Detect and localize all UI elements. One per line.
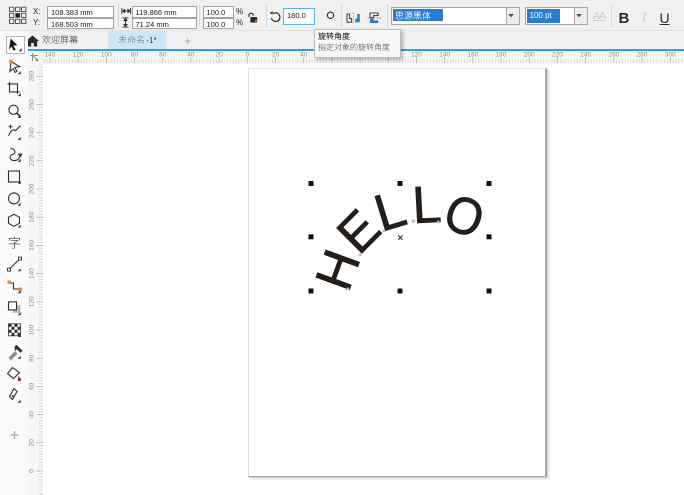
svg-text:L: L bbox=[411, 176, 443, 235]
svg-text:O: O bbox=[437, 182, 492, 249]
